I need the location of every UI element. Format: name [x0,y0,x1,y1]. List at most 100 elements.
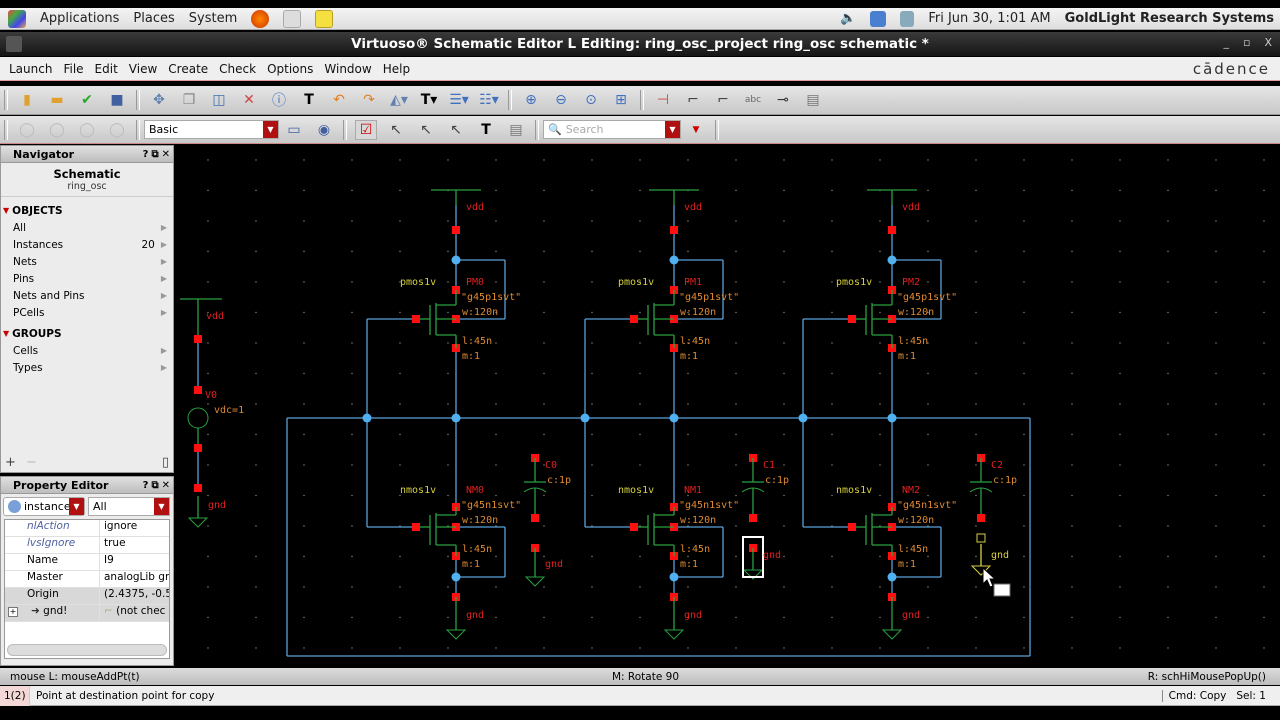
zoom-fit-icon[interactable]: ⊙ [580,90,602,110]
nav-item-nets-and-pins[interactable]: Nets and Pins ▶ [1,287,173,304]
menu-options[interactable]: Options [267,62,313,76]
volume-icon[interactable]: 🔈 [840,11,856,26]
up-icon[interactable]: ◯ [76,120,98,140]
nav-item-instances[interactable]: Instances 20 ▶ [1,236,173,253]
horizontal-scrollbar[interactable] [7,644,167,656]
stretch-icon[interactable]: ◫ [208,90,230,110]
undo-icon[interactable]: ↶ [328,90,350,110]
text-size-icon[interactable]: T▾ [418,90,440,110]
property-value[interactable]: (2.4375, -0.5) [100,588,169,604]
menu-help[interactable]: Help [383,62,410,76]
remove-icon[interactable]: − [26,455,37,470]
search-input[interactable]: 🔍 Search ▼ [543,120,681,139]
objects-group[interactable]: ▼ OBJECTS [1,202,173,219]
chevron-right-icon[interactable]: ▶ [161,257,167,266]
notes-icon[interactable] [315,9,334,28]
new-icon[interactable]: ▮ [16,90,38,110]
firefox-icon[interactable] [251,9,270,28]
back-icon[interactable]: ◯ [16,120,38,140]
add-pin-icon[interactable]: ⊸ [772,90,794,110]
property-row[interactable]: lvsIgnore true [5,537,169,554]
clock[interactable]: Fri Jun 30, 1:01 AM [928,11,1050,26]
wire-wide-icon[interactable]: ⌐ [712,90,734,110]
move-icon[interactable]: ✥ [148,90,170,110]
window-titlebar[interactable]: Virtuoso® Schematic Editor L Editing: ri… [0,32,1280,56]
property-row-terminal[interactable]: + ➜ gnd! ⌐ (not chec [5,605,169,622]
zoom-area-icon[interactable]: ⊞ [610,90,632,110]
select-pins-icon[interactable]: ↖ [445,120,467,140]
menu-edit[interactable]: Edit [95,62,118,76]
wire-narrow-icon[interactable]: ⌐ [682,90,704,110]
chevron-right-icon[interactable]: ▶ [161,308,167,317]
expand-triangle-icon[interactable]: ▼ [3,329,9,338]
close-icon[interactable]: ✕ [162,480,170,491]
select-instances-icon[interactable]: ↖ [385,120,407,140]
save-icon[interactable]: ■ [106,90,128,110]
float-icon[interactable]: ⧉ [151,480,158,491]
workspace-delete-icon[interactable]: ◉ [313,120,335,140]
property-value[interactable]: true [100,537,169,553]
close-icon[interactable]: ✕ [162,149,170,160]
expand-triangle-icon[interactable]: ▼ [3,206,9,215]
workspace-save-icon[interactable]: ▭ [283,120,305,140]
property-row[interactable]: Origin (2.4375, -0.5) [5,588,169,605]
menu-check[interactable]: Check [219,62,256,76]
expand-plus-icon[interactable]: + [8,607,18,617]
chevron-down-icon[interactable]: ▼ [263,121,278,138]
close-button[interactable]: X [1264,36,1272,49]
toolbar-grip[interactable] [508,90,512,110]
property-value[interactable]: ignore [100,520,169,536]
mail-icon[interactable] [283,9,302,28]
toolbar-grip[interactable] [343,119,347,140]
property-value[interactable]: I9 [100,554,169,570]
battery-icon[interactable] [900,10,915,27]
window-app-icon[interactable] [6,36,22,52]
system-menu[interactable]: System [189,11,237,26]
applications-menu[interactable]: Applications [40,11,119,26]
edit-text-icon[interactable]: T [298,90,320,110]
nav-item-pins[interactable]: Pins ▶ [1,270,173,287]
distribute-icon[interactable]: ☷▾ [478,90,500,110]
menu-view[interactable]: View [129,62,157,76]
chevron-right-icon[interactable]: ▶ [161,346,167,355]
chevron-right-icon[interactable]: ▶ [161,223,167,232]
select-other-icon[interactable]: ▤ [505,120,527,140]
chevron-down-icon[interactable]: ▼ [154,498,169,515]
properties-icon[interactable]: ⓘ [268,90,290,110]
workspace-select[interactable]: Basic ▼ [144,120,279,139]
help-icon[interactable]: ? [143,480,149,491]
menu-create[interactable]: Create [168,62,208,76]
redo-icon[interactable]: ↷ [358,90,380,110]
toolbar-grip[interactable] [4,90,8,110]
toolbar-grip[interactable] [4,119,8,140]
help-icon[interactable]: ? [143,149,149,160]
chevron-right-icon[interactable]: ▶ [161,240,167,249]
nav-item-pcells[interactable]: PCells ▶ [1,304,173,321]
wire-name-icon[interactable]: abc [742,90,764,110]
toolbar-grip[interactable] [136,119,140,140]
float-icon[interactable]: ⧉ [151,149,158,160]
open-folder-icon[interactable]: ▬ [46,90,68,110]
chevron-down-icon[interactable]: ▼ [69,498,84,515]
chevron-right-icon[interactable]: ▶ [161,363,167,372]
select-all-icon[interactable]: ☑ [355,119,377,140]
chevron-down-icon[interactable]: ▼ [665,121,680,138]
nav-item-types[interactable]: Types ▶ [1,359,173,376]
search-options-icon[interactable]: ▼ [685,120,707,140]
copy-icon[interactable]: ❐ [178,90,200,110]
property-row[interactable]: nlAction ignore [5,520,169,537]
top-icon[interactable]: ◯ [106,120,128,140]
object-type-select[interactable]: instance ▼ [3,497,85,516]
schematic-canvas[interactable]: vdd V0 vdc=1 gnd vdd pmos1v PM0 "g45p1svt" w:120… [178,145,1280,667]
check-and-save-icon[interactable]: ✔ [76,90,98,110]
zoom-out-icon[interactable]: ⊖ [550,90,572,110]
menu-file[interactable]: File [63,62,83,76]
toolbar-grip[interactable] [640,90,644,110]
select-nets-icon[interactable]: ↖ [415,120,437,140]
delete-icon[interactable]: ✕ [238,90,260,110]
toolbar-grip[interactable] [535,119,539,140]
select-labels-icon[interactable]: T [475,120,497,140]
nav-item-cells[interactable]: Cells ▶ [1,342,173,359]
chevron-right-icon[interactable]: ▶ [161,274,167,283]
property-row[interactable]: MasteranalogLib gnd [5,571,169,588]
